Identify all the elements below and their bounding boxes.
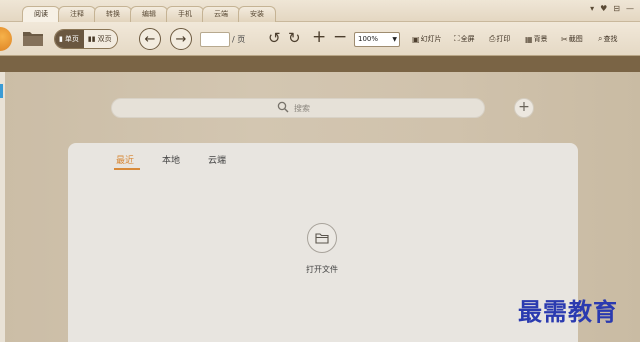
search-icon [277, 101, 289, 113]
page-suffix: / 页 [232, 35, 246, 44]
tab-convert[interactable]: 转换 [94, 6, 132, 22]
fullscreen-button[interactable]: ⛶ 全屏 [454, 34, 475, 44]
background-button[interactable]: ▦ 背景 [525, 34, 548, 44]
tab-mobile[interactable]: 手机 [166, 6, 204, 22]
arrow-right-icon: → [175, 31, 187, 47]
fullscreen-icon: ⛶ [454, 34, 460, 43]
app-logo[interactable] [0, 27, 12, 51]
menu-dropdown-icon[interactable]: ▾ [590, 4, 594, 14]
add-button[interactable]: + [514, 98, 534, 118]
window-controls: ▾ ♥ ⊟ — [590, 4, 634, 14]
tab-recent[interactable]: 最近 [116, 153, 134, 166]
open-folder-button[interactable] [22, 28, 44, 48]
tab-install[interactable]: 安装 [238, 6, 276, 22]
zoom-select[interactable]: 100% ▼ [354, 32, 400, 47]
slideshow-icon: ▣ [412, 34, 420, 44]
background-label: 背景 [533, 35, 548, 43]
slideshow-label: 幻灯片 [420, 35, 442, 43]
menu-tab-strip: 阅读 注释 转换 编辑 手机 云端 安装 ▾ ♥ ⊟ — [0, 0, 640, 22]
find-icon: ⌕ [598, 34, 603, 43]
tab-annotate[interactable]: 注释 [58, 6, 96, 22]
screenshot-button[interactable]: ✂ 截图 [561, 34, 583, 44]
print-button[interactable]: ⎙ 打印 [489, 34, 510, 44]
restore-icon[interactable]: ⊟ [613, 4, 620, 14]
file-panel: 最近 本地 云端 打开文件 [68, 143, 578, 342]
menu-tabs: 阅读 注释 转换 编辑 手机 云端 安装 [22, 6, 276, 22]
page-number-input[interactable] [200, 32, 230, 47]
skin-icon[interactable]: ♥ [600, 4, 607, 14]
search-input[interactable]: 搜索 [111, 98, 485, 118]
folder-open-icon [315, 233, 329, 244]
double-page-button[interactable]: ▮▮ 双页 [83, 30, 117, 48]
chevron-down-icon: ▼ [392, 36, 397, 43]
arrow-left-icon: ← [144, 31, 156, 47]
tab-cloud[interactable]: 云端 [202, 6, 240, 22]
open-file-button[interactable] [307, 223, 337, 253]
tab-read[interactable]: 阅读 [22, 6, 60, 22]
double-page-icon: ▮▮ [87, 35, 96, 43]
left-edge-strip [0, 72, 5, 342]
zoom-out-icon[interactable]: − [333, 29, 347, 46]
print-label: 打印 [496, 35, 511, 43]
left-edge-marker [0, 84, 3, 98]
watermark: 最需教育 [518, 297, 618, 326]
toolbar: ▮ 单页 ▮▮ 双页 ← → / 页 ↺ ↻ + − 100% ▼ ▣ 幻灯片 … [0, 22, 640, 56]
next-page-button[interactable]: → [170, 28, 192, 50]
search-placeholder: 搜索 [294, 104, 310, 113]
tab-cloud-files[interactable]: 云端 [208, 153, 226, 166]
fullscreen-label: 全屏 [460, 35, 475, 43]
print-icon: ⎙ [489, 34, 496, 43]
rotate-left-icon[interactable]: ↺ [268, 31, 281, 46]
slideshow-button[interactable]: ▣ 幻灯片 [412, 34, 442, 44]
rotate-right-icon[interactable]: ↻ [288, 31, 301, 46]
active-tab-indicator [114, 168, 140, 170]
find-label: 查找 [603, 35, 618, 43]
screenshot-icon: ✂ [561, 34, 568, 44]
plus-icon: + [518, 99, 530, 115]
open-file-label: 打开文件 [306, 265, 338, 274]
double-page-label: 双页 [97, 35, 112, 43]
tab-local[interactable]: 本地 [162, 153, 180, 166]
toolbar-divider-band [0, 56, 640, 72]
tab-edit[interactable]: 编辑 [130, 6, 168, 22]
single-page-icon: ▮ [59, 35, 63, 43]
zoom-value: 100% [358, 35, 379, 43]
folder-icon [23, 32, 43, 46]
background-icon: ▦ [525, 34, 533, 44]
zoom-in-icon[interactable]: + [312, 29, 326, 46]
minimize-icon[interactable]: — [626, 4, 634, 14]
prev-page-button[interactable]: ← [139, 28, 161, 50]
single-page-button[interactable]: ▮ 单页 [55, 30, 84, 48]
single-page-label: 单页 [64, 35, 79, 43]
view-mode-toggle: ▮ 单页 ▮▮ 双页 [54, 29, 118, 49]
find-button[interactable]: ⌕ 查找 [598, 34, 617, 44]
screenshot-label: 截图 [568, 35, 583, 43]
